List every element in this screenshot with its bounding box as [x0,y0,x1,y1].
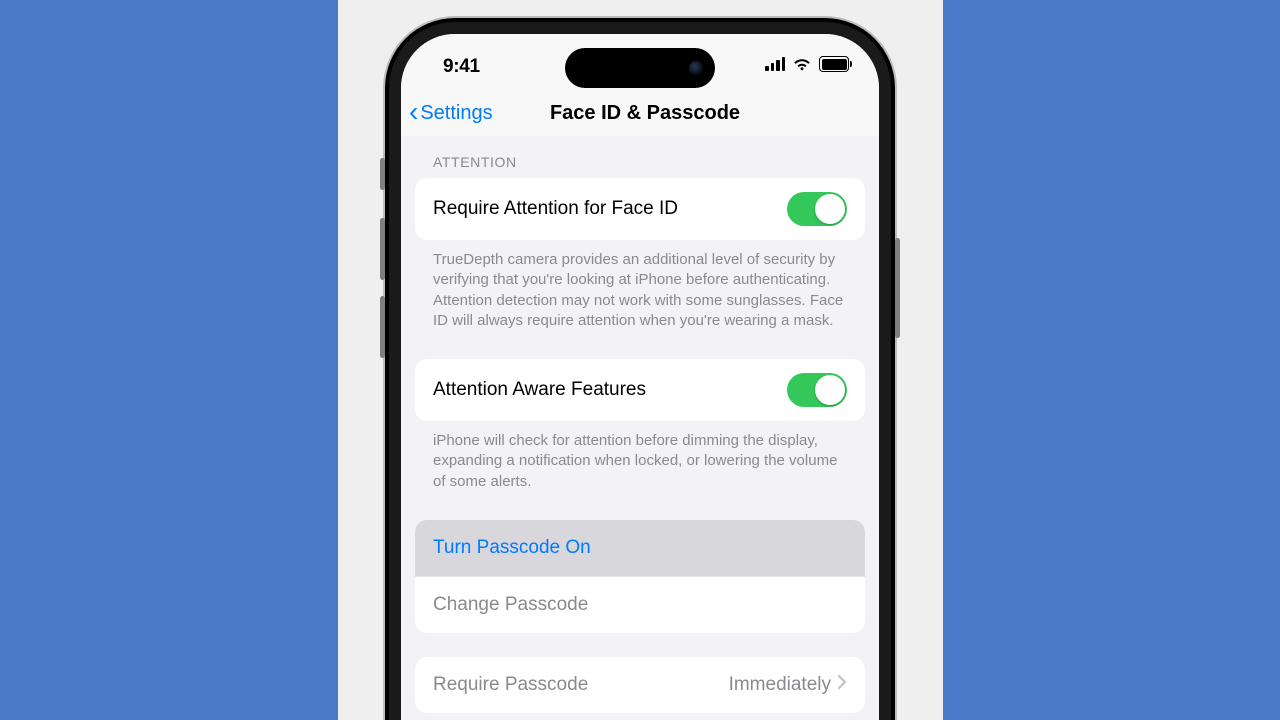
require-passcode-value: Immediately [729,674,831,696]
spacer [401,633,879,657]
mockup-backdrop: 9:41 [338,0,943,720]
spacer [401,335,879,359]
switch-attention-aware[interactable] [787,373,847,407]
group-require-passcode: Require Passcode Immediately [415,657,865,713]
footer-attention-aware: iPhone will check for attention before d… [401,421,879,496]
page-title: Face ID & Passcode [540,102,740,125]
phone-volume-up [380,218,385,280]
phone-screen: 9:41 [401,34,879,720]
row-attention-aware[interactable]: Attention Aware Features [415,359,865,421]
row-label: Require Attention for Face ID [433,198,678,220]
status-indicators [765,56,849,72]
row-label: Require Passcode [433,674,588,696]
group-passcode: Turn Passcode On Change Passcode [415,520,865,633]
row-change-passcode[interactable]: Change Passcode [415,576,865,633]
chevron-left-icon: ‹ [409,98,418,126]
row-require-attention[interactable]: Require Attention for Face ID [415,178,865,240]
wifi-icon [792,57,812,71]
row-turn-passcode-on[interactable]: Turn Passcode On [415,520,865,576]
group-require-attention: Require Attention for Face ID [415,178,865,240]
phone-silent-switch [380,158,385,190]
row-require-passcode[interactable]: Require Passcode Immediately [415,657,865,713]
switch-require-attention[interactable] [787,192,847,226]
status-time: 9:41 [443,56,480,78]
battery-icon [819,56,849,72]
back-button-label: Settings [420,102,492,125]
group-attention-aware: Attention Aware Features [415,359,865,421]
section-header-attention: ATTENTION [401,136,879,178]
spacer [401,496,879,520]
row-label: Change Passcode [433,594,588,616]
switch-knob [815,375,845,405]
phone-frame: 9:41 [385,18,895,720]
row-value: Immediately [729,674,847,696]
settings-content[interactable]: ATTENTION Require Attention for Face ID … [401,136,879,720]
footer-require-attention: TrueDepth camera provides an additional … [401,240,879,335]
phone-power-button [895,238,900,338]
dynamic-island [565,48,715,88]
phone-volume-down [380,296,385,358]
navigation-bar: ‹ Settings Face ID & Passcode [401,90,879,137]
page-background: 9:41 [0,0,1280,720]
cellular-icon [765,57,785,71]
row-label: Attention Aware Features [433,379,646,401]
row-label: Turn Passcode On [433,537,591,559]
back-button[interactable]: ‹ Settings [409,90,493,136]
chevron-right-icon [837,674,847,696]
switch-knob [815,194,845,224]
